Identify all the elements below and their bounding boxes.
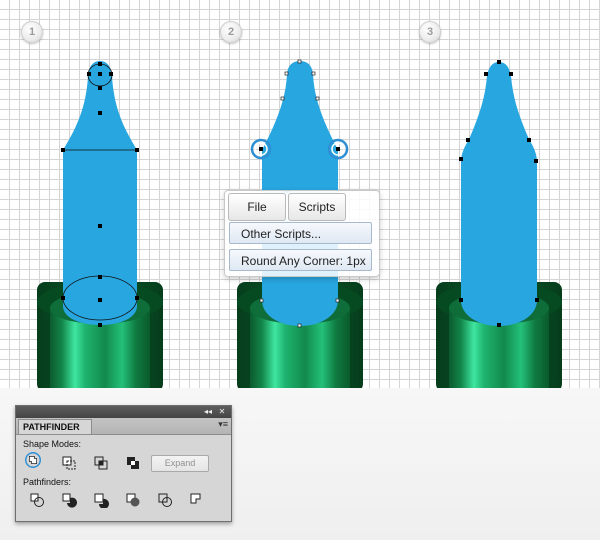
scripts-menu-tab[interactable]: Scripts <box>288 193 346 221</box>
trim-icon[interactable] <box>60 492 78 508</box>
minus-front-icon[interactable] <box>60 455 78 471</box>
bottle-step-3 <box>436 60 562 388</box>
exclude-icon[interactable] <box>124 455 142 471</box>
collapse-panel-button[interactable]: ◂◂ <box>202 406 214 418</box>
divide-icon[interactable] <box>28 492 46 508</box>
menu-item-round-any-corner[interactable]: Round Any Corner: 1px <box>229 249 372 271</box>
step-badge-1: 1 <box>21 21 43 43</box>
menu-item-other-scripts[interactable]: Other Scripts... <box>229 222 372 244</box>
step-badge-3: 3 <box>419 21 441 43</box>
close-panel-button[interactable]: ✕ <box>216 406 228 418</box>
pathfinders-label: Pathfinders: <box>23 477 72 487</box>
panel-tab-row: PATHFINDER ▾≡ <box>16 418 231 435</box>
pathfinder-panel: ◂◂ ✕ PATHFINDER ▾≡ Shape Modes: Expand P… <box>15 405 232 522</box>
expand-button[interactable]: Expand <box>151 455 209 472</box>
corner-selection-right[interactable] <box>327 138 349 160</box>
artboard-canvas[interactable]: 1 2 3 File Scripts Other Scripts... Roun… <box>0 0 600 388</box>
minus-back-icon[interactable] <box>188 492 206 508</box>
intersect-icon[interactable] <box>92 455 110 471</box>
crop-icon[interactable] <box>124 492 142 508</box>
outline-icon[interactable] <box>156 492 174 508</box>
merge-icon[interactable] <box>92 492 110 508</box>
shape-modes-label: Shape Modes: <box>23 439 82 449</box>
step-badge-2: 2 <box>220 21 242 43</box>
bottle-step-1 <box>37 61 163 388</box>
panel-titlebar[interactable]: ◂◂ ✕ <box>16 406 231 418</box>
file-menu-tab[interactable]: File <box>228 193 286 221</box>
corner-selection-left[interactable] <box>250 138 272 160</box>
tab-pathfinder[interactable]: PATHFINDER <box>18 419 92 434</box>
unite-icon[interactable] <box>24 452 42 468</box>
panel-menu-button[interactable]: ▾≡ <box>218 419 228 430</box>
